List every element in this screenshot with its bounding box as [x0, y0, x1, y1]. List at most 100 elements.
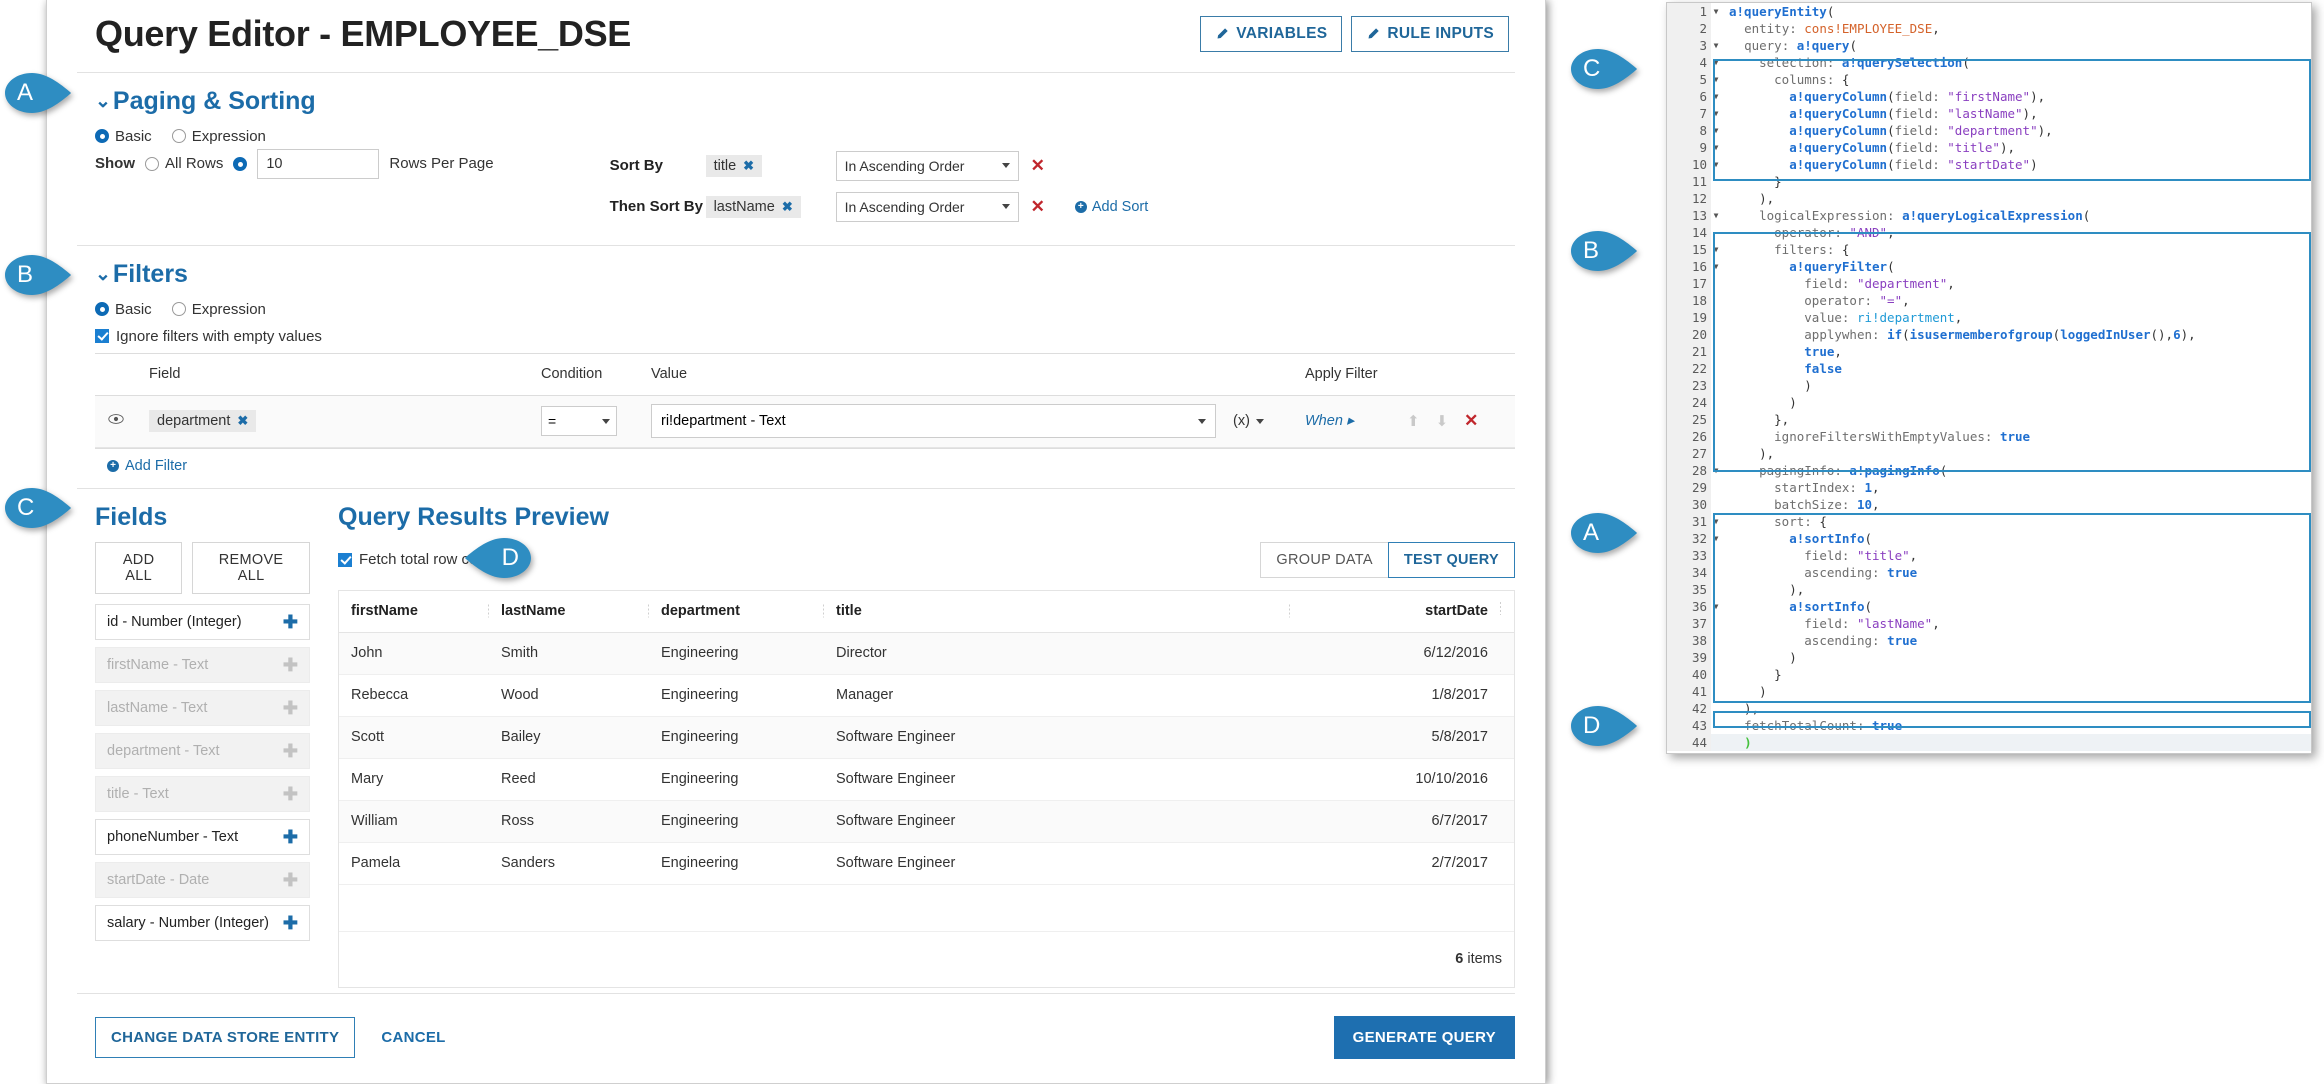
remove-sort-icon[interactable]: ✕: [1031, 156, 1045, 176]
code-line: 33 field: "title",: [1667, 547, 2311, 564]
field-item[interactable]: title - Text ✚: [95, 775, 310, 812]
rule-inputs-button[interactable]: RULE INPUTS: [1351, 15, 1509, 52]
add-field-plus-icon[interactable]: ✚: [283, 613, 298, 631]
all-rows-option[interactable]: All Rows: [145, 155, 223, 172]
column-grip-icon[interactable]: [1500, 602, 1514, 620]
fold-triangle-icon[interactable]: ▼: [1711, 37, 1721, 54]
filters-section-header[interactable]: ⌄ Filters: [77, 246, 1515, 297]
move-up-icon[interactable]: ⬆: [1407, 412, 1420, 430]
remove-sort-icon[interactable]: ✕: [1031, 197, 1045, 217]
variables-button[interactable]: VARIABLES: [1200, 15, 1343, 52]
cancel-button[interactable]: CANCEL: [375, 1028, 451, 1047]
radio-icon: [171, 129, 186, 144]
sort-order-select[interactable]: In Ascending Order: [835, 150, 1019, 181]
filters-mode-basic[interactable]: Basic: [95, 301, 152, 318]
field-item[interactable]: startDate - Date ✚: [95, 861, 310, 898]
remove-chip-icon[interactable]: ✖: [237, 413, 248, 429]
fold-triangle-icon[interactable]: ▼: [1711, 71, 1721, 88]
fold-triangle-icon[interactable]: ▼: [1711, 598, 1721, 615]
ignore-empty-filters-checkbox[interactable]: Ignore filters with empty values: [77, 322, 1515, 353]
fold-triangle-icon[interactable]: ▼: [1711, 122, 1721, 139]
field-item[interactable]: id - Number (Integer) ✚: [95, 603, 310, 640]
fold-triangle-icon[interactable]: ▼: [1711, 156, 1721, 173]
table-row[interactable]: Pamela Sanders Engineering Software Enginee…: [339, 843, 1514, 885]
then-sort-by-label: Then Sort By: [609, 198, 703, 216]
sort-field-chip[interactable]: title ✖: [705, 154, 763, 177]
filter-condition-select[interactable]: =: [541, 406, 617, 437]
add-field-plus-icon[interactable]: ✚: [283, 914, 298, 932]
code-line: 36 ▼ a!sortInfo(: [1667, 598, 2311, 615]
remove-chip-icon[interactable]: ✖: [782, 199, 793, 215]
code-editor[interactable]: 1 ▼ a!queryEntity(2 entity: cons!EMPLOYEE_…: [1667, 3, 2311, 753]
table-row[interactable]: Scott Bailey Engineering Software Engineer 5…: [339, 716, 1514, 759]
paging-mode-basic[interactable]: Basic: [95, 128, 152, 145]
fold-triangle-icon[interactable]: ▼: [1711, 3, 1721, 20]
field-item-label: id - Number (Integer): [107, 613, 242, 630]
sort-field-chip[interactable]: lastName ✖: [705, 195, 801, 218]
fold-triangle-icon[interactable]: ▼: [1711, 530, 1721, 547]
fold-triangle-icon[interactable]: ▼: [1711, 462, 1721, 479]
paging-sorting-title: Paging & Sorting: [112, 86, 316, 115]
add-all-button[interactable]: ADD ALL: [95, 541, 183, 594]
fold-triangle-icon[interactable]: ▼: [1711, 258, 1721, 275]
add-field-plus-icon[interactable]: ✚: [283, 656, 298, 674]
table-cell: Software Engineer: [836, 771, 956, 788]
table-row[interactable]: Mary Reed Engineering Software Engineer 10/1…: [339, 759, 1514, 801]
field-item[interactable]: lastName - Text ✚: [95, 689, 310, 726]
fold-triangle-icon[interactable]: ▼: [1711, 105, 1721, 122]
fold-triangle-icon[interactable]: ▼: [1711, 88, 1721, 105]
line-number: 38: [1667, 632, 1711, 649]
add-field-plus-icon[interactable]: ✚: [283, 871, 298, 889]
delete-filter-icon[interactable]: ✕: [1464, 411, 1478, 431]
apply-filter-when-link[interactable]: When ▸: [1305, 413, 1354, 429]
line-number: 39: [1667, 649, 1711, 666]
code-line: 9 ▼ a!queryColumn(field: "title"),: [1667, 139, 2311, 156]
filter-field-chip[interactable]: department ✖: [149, 410, 257, 433]
paging-mode-expression[interactable]: Expression: [171, 128, 266, 145]
results-title: Query Results Preview: [338, 502, 609, 531]
chevron-down-icon: ⌄: [95, 90, 111, 112]
table-row[interactable]: John Smith Engineering Director 6/12/2016: [339, 632, 1514, 675]
field-item[interactable]: firstName - Text ✚: [95, 646, 310, 683]
rows-per-page-input[interactable]: [257, 148, 380, 179]
sort-order-select[interactable]: In Ascending Order: [835, 191, 1019, 222]
results-column-header[interactable]: lastName: [489, 603, 649, 619]
results-column-header[interactable]: department: [649, 603, 824, 619]
test-query-button[interactable]: TEST QUERY: [1387, 541, 1515, 578]
results-column-header[interactable]: title: [824, 603, 1290, 619]
code-text: query: a!query(: [1744, 38, 1857, 53]
table-row[interactable]: William Ross Engineering Software Engineer 6…: [339, 800, 1514, 843]
expression-mode-toggle[interactable]: (x): [1233, 413, 1264, 429]
change-data-store-entity-button[interactable]: CHANGE DATA STORE ENTITY: [95, 1017, 356, 1058]
add-field-plus-icon[interactable]: ✚: [283, 828, 298, 846]
field-item[interactable]: department - Text ✚: [95, 732, 310, 769]
filters-mode-radios: Basic Expression: [77, 297, 1515, 322]
remove-chip-icon[interactable]: ✖: [743, 158, 754, 174]
paging-sorting-section-header[interactable]: ⌄ Paging & Sorting: [77, 73, 1515, 124]
field-item[interactable]: salary - Number (Integer) ✚: [95, 904, 310, 941]
results-column-header[interactable]: firstName: [339, 603, 489, 619]
rows-per-page-radio[interactable]: [233, 156, 248, 171]
field-item[interactable]: phoneNumber - Text ✚: [95, 818, 310, 855]
table-row[interactable]: Rebecca Wood Engineering Manager 1/8/2017: [339, 675, 1514, 717]
remove-all-button[interactable]: REMOVE ALL: [192, 541, 310, 594]
results-column-header[interactable]: startDate: [1290, 603, 1500, 619]
add-field-plus-icon[interactable]: ✚: [283, 742, 298, 760]
fold-triangle-icon[interactable]: ▼: [1711, 139, 1721, 156]
add-field-plus-icon[interactable]: ✚: [283, 785, 298, 803]
fold-triangle-icon[interactable]: ▼: [1711, 241, 1721, 258]
generate-query-button[interactable]: GENERATE QUERY: [1333, 1016, 1515, 1059]
fold-triangle-icon[interactable]: ▼: [1711, 207, 1721, 224]
add-sort-link[interactable]: + Add Sort: [1074, 199, 1148, 215]
fold-triangle-icon[interactable]: ▼: [1711, 513, 1721, 530]
add-filter-link[interactable]: + Add Filter: [77, 449, 187, 474]
fold-triangle-icon[interactable]: ▼: [1711, 54, 1721, 71]
paging-controls: Show All Rows Rows Per Page Sort By: [77, 148, 1515, 231]
results-actions: GROUP DATA TEST QUERY: [1260, 541, 1515, 578]
filter-value-select[interactable]: ri!department - Text: [651, 404, 1216, 439]
group-data-button[interactable]: GROUP DATA: [1260, 541, 1389, 578]
visibility-toggle[interactable]: [95, 412, 137, 430]
move-down-icon[interactable]: ⬇: [1436, 412, 1449, 430]
add-field-plus-icon[interactable]: ✚: [283, 699, 298, 717]
filters-mode-expression[interactable]: Expression: [171, 301, 266, 318]
